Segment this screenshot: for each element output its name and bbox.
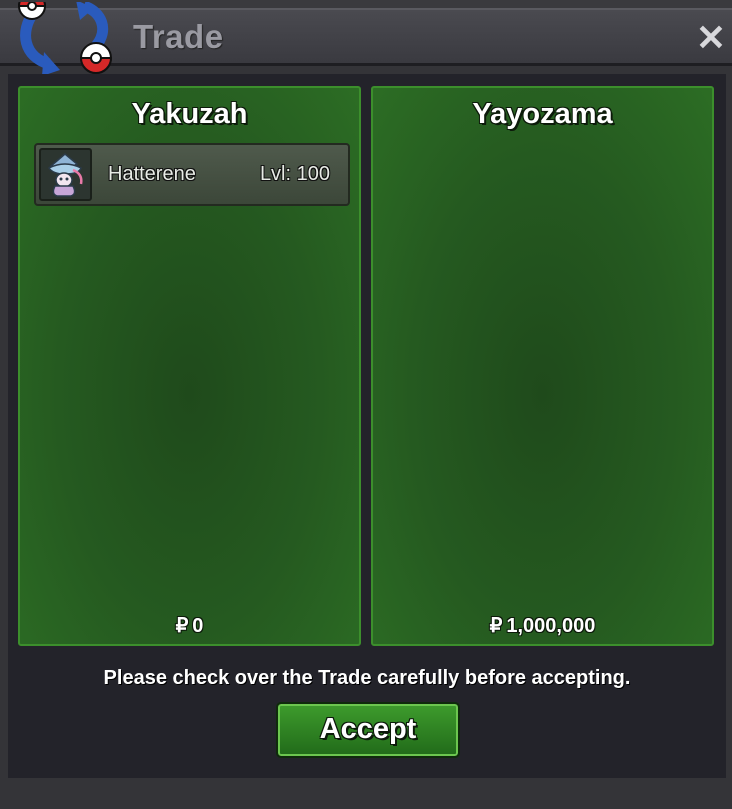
trade-pokeball-arrows-icon — [17, 2, 113, 76]
money-amount: 1,000,000 — [506, 615, 596, 637]
offered-pokemon-item[interactable]: Hatterene Lvl: 100 — [34, 143, 350, 206]
close-icon[interactable]: ✕ — [694, 18, 728, 58]
partner-offered-money: ₽1,000,000 — [373, 613, 712, 638]
money-amount: 0 — [192, 615, 204, 637]
pokedollar-icon: ₽ — [489, 615, 503, 637]
offered-money: ₽0 — [20, 613, 359, 638]
pokedollar-icon: ₽ — [175, 615, 189, 637]
title-bar[interactable]: Trade ✕ — [0, 0, 732, 76]
accept-button[interactable]: Accept — [276, 702, 460, 758]
player-offer-panel: Yakuzah Hatterene Lvl: 100 ₽ 0 — [18, 86, 361, 646]
trade-notice: Please check over the Trade carefully be… — [103, 667, 631, 689]
trade-window: Trade ✕ Yakuzah Hatterene Lvl: 100 ₽ 0 Y… — [0, 0, 732, 809]
pokemon-name: Hatterene — [108, 163, 196, 185]
pokemon-level: Lvl: 100 — [259, 163, 330, 185]
trade-content: Yakuzah Hatterene Lvl: 100 ₽ 0 Yayozama … — [8, 74, 726, 778]
hatterene-sprite-icon — [39, 148, 92, 201]
window-title: Trade — [133, 18, 224, 55]
partner-offer-panel: Yayozama ₽1,000,000 — [371, 86, 714, 646]
partner-name: Yayozama — [472, 98, 613, 130]
player-name: Yakuzah — [131, 98, 248, 130]
